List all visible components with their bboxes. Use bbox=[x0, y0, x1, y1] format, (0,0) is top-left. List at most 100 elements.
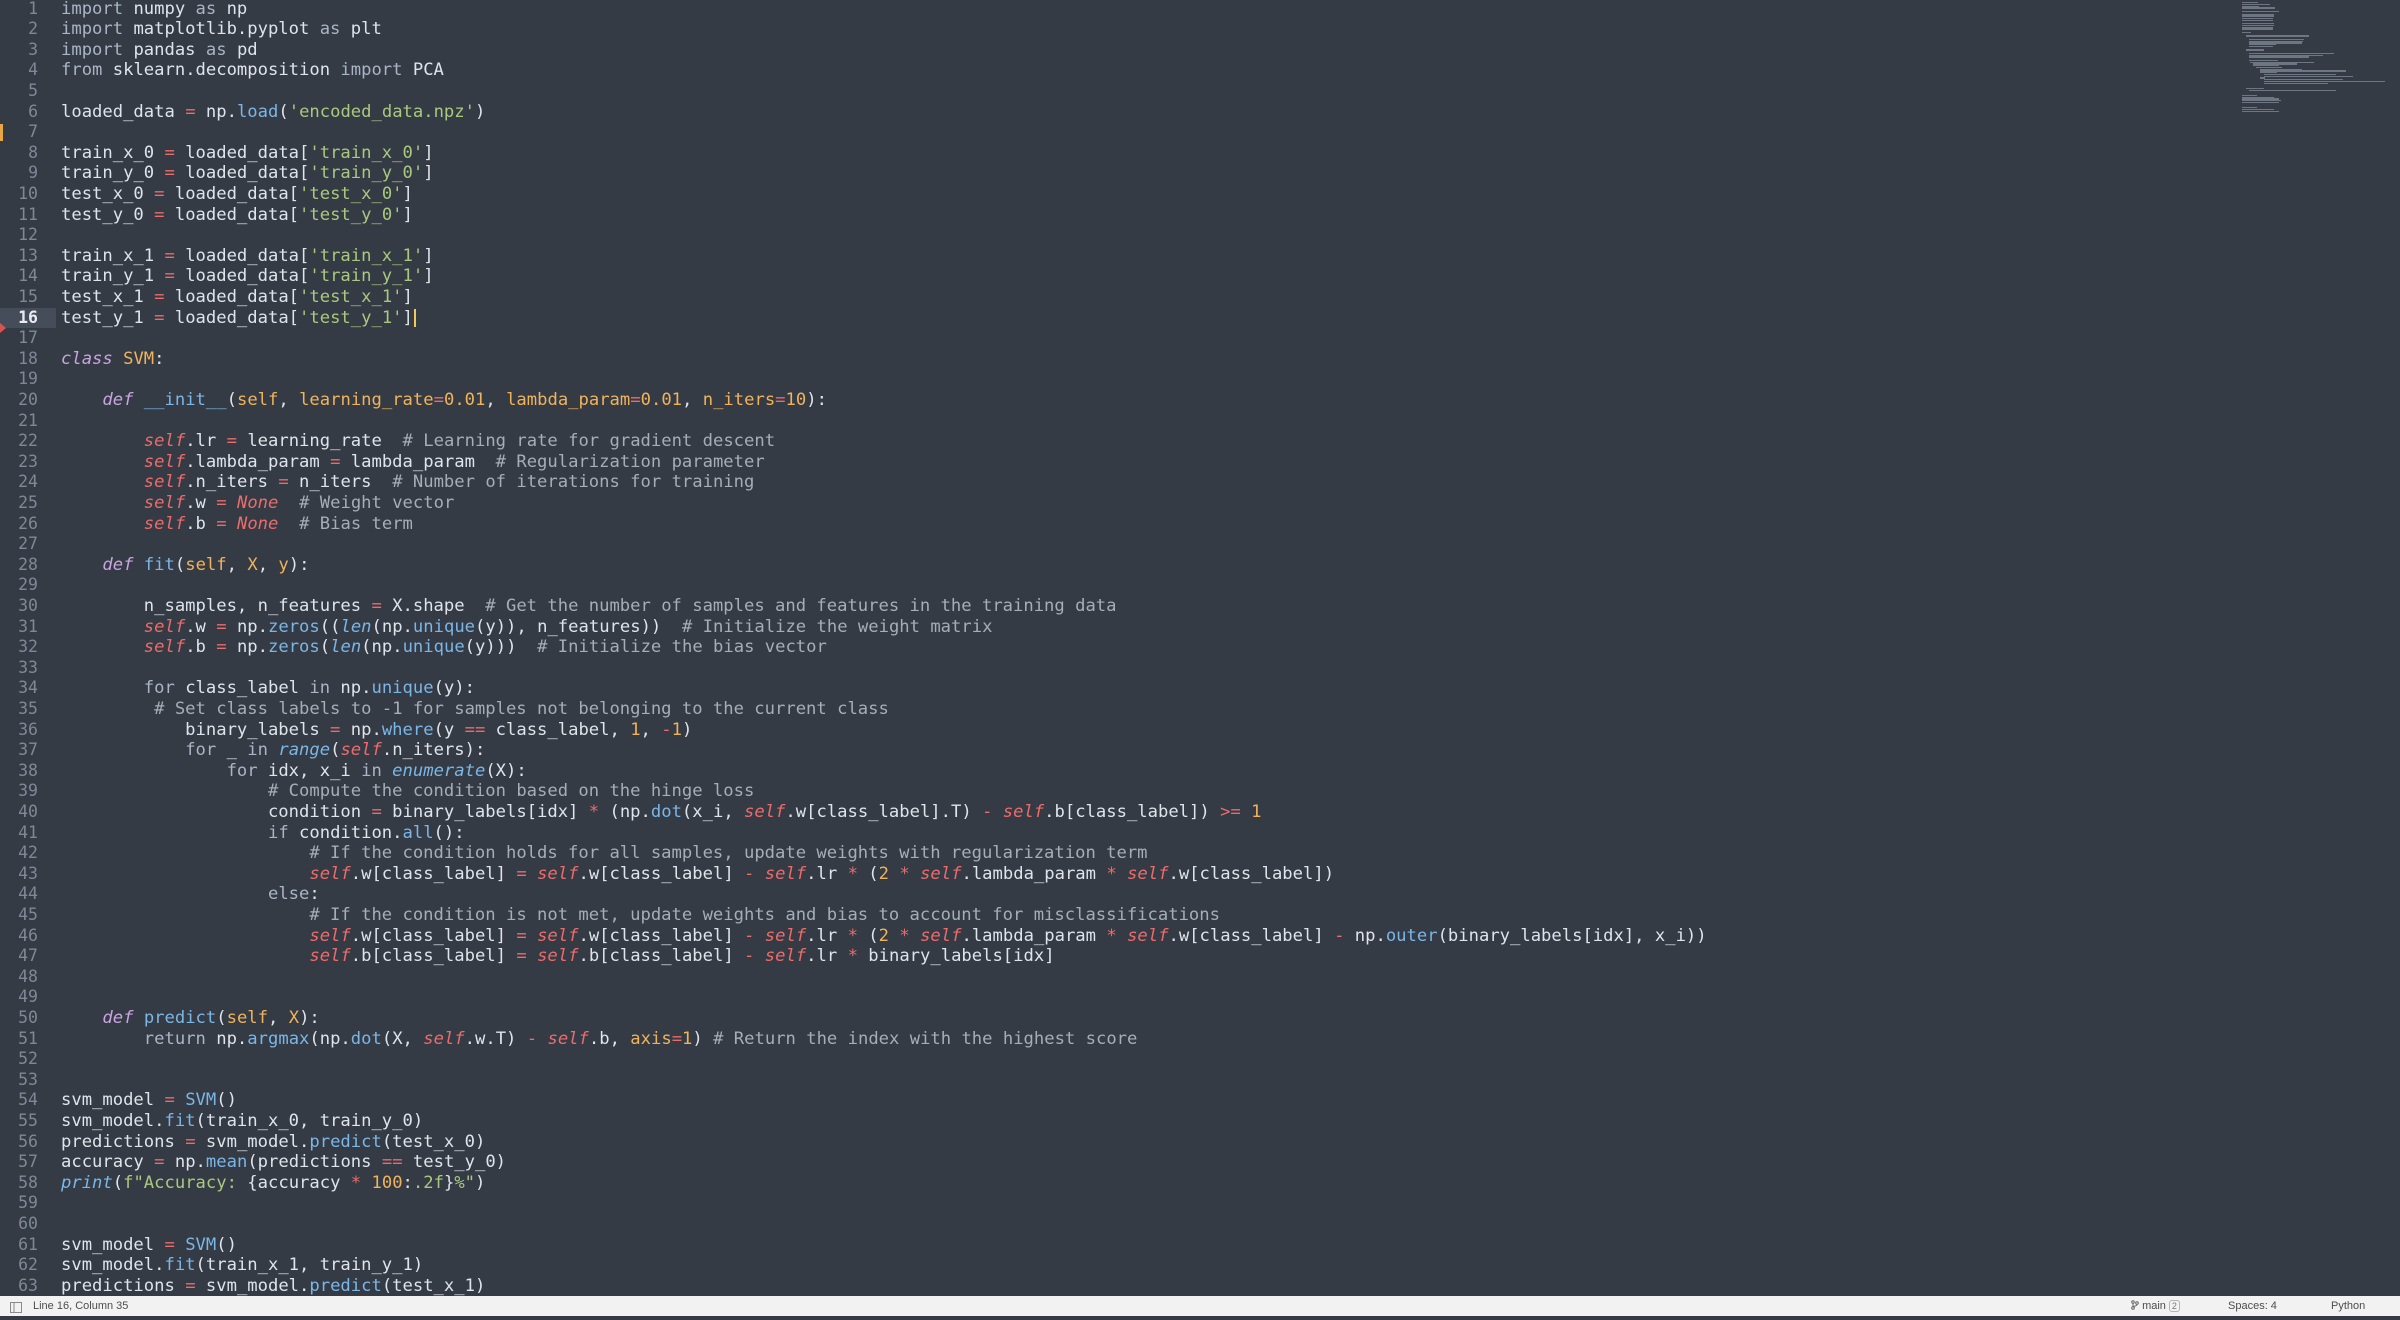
code-line[interactable]: import pandas as pd bbox=[61, 40, 258, 61]
minimap-line bbox=[2242, 28, 2273, 30]
line-number: 62 bbox=[18, 1255, 38, 1275]
minimap-line bbox=[2242, 110, 2279, 112]
code-line[interactable]: self.b = np.zeros(len(np.unique(y))) # I… bbox=[61, 637, 827, 658]
minimap-line bbox=[2242, 7, 2276, 9]
line-number: 42 bbox=[18, 843, 38, 863]
code-line[interactable]: self.lr = learning_rate # Learning rate … bbox=[61, 431, 775, 452]
line-number: 8 bbox=[28, 142, 38, 162]
code-line[interactable]: n_samples, n_features = X.shape # Get th… bbox=[61, 596, 1117, 617]
minimap-line bbox=[2249, 56, 2309, 58]
code-line[interactable]: condition = binary_labels[idx] * (np.dot… bbox=[61, 802, 1262, 823]
minimap-line bbox=[2249, 89, 2336, 91]
line-number: 51 bbox=[18, 1028, 38, 1048]
line-number: 14 bbox=[18, 266, 38, 286]
code-line[interactable]: predictions = svm_model.predict(test_x_1… bbox=[61, 1276, 485, 1296]
code-line[interactable]: def predict(self, X): bbox=[61, 1008, 319, 1029]
line-number: 5 bbox=[28, 80, 38, 100]
line-number: 52 bbox=[18, 1049, 38, 1069]
minimap-line bbox=[2263, 82, 2329, 84]
git-deleted-marker bbox=[0, 322, 6, 333]
line-number: 21 bbox=[18, 410, 38, 430]
code-line[interactable]: svm_model = SVM() bbox=[61, 1090, 237, 1111]
code-line[interactable]: self.w[class_label] = self.w[class_label… bbox=[61, 864, 1334, 885]
code-line[interactable]: return np.argmax(np.dot(X, self.w.T) - s… bbox=[61, 1029, 1138, 1050]
code-line[interactable]: self.lambda_param = lambda_param # Regul… bbox=[61, 452, 765, 473]
minimap-line bbox=[2242, 10, 2279, 13]
code-line[interactable]: for idx, x_i in enumerate(X): bbox=[61, 761, 527, 782]
line-number: 18 bbox=[18, 348, 38, 368]
line-number: 58 bbox=[18, 1172, 38, 1192]
line-number: 26 bbox=[18, 513, 38, 533]
code-line[interactable]: svm_model = SVM() bbox=[61, 1235, 237, 1256]
code-line[interactable]: test_x_0 = loaded_data['test_x_0'] bbox=[61, 184, 413, 205]
panel-toggle-icon[interactable] bbox=[10, 1300, 22, 1313]
code-line[interactable]: test_x_1 = loaded_data['test_x_1'] bbox=[61, 287, 413, 308]
code-line[interactable]: for class_label in np.unique(y): bbox=[61, 678, 475, 699]
line-number: 15 bbox=[18, 286, 38, 306]
code-line[interactable]: import matplotlib.pyplot as plt bbox=[61, 19, 382, 40]
code-line[interactable]: # Compute the condition based on the hin… bbox=[61, 781, 754, 802]
code-line[interactable]: test_y_0 = loaded_data['test_y_0'] bbox=[61, 205, 413, 226]
line-number: 45 bbox=[18, 904, 38, 924]
code-line[interactable]: for _ in range(self.n_iters): bbox=[61, 740, 485, 761]
code-line[interactable]: class SVM: bbox=[61, 349, 165, 370]
code-line[interactable]: loaded_data = np.load('encoded_data.npz'… bbox=[61, 102, 485, 123]
minimap-line bbox=[2242, 31, 2251, 34]
line-number: 2 bbox=[28, 19, 38, 39]
line-number: 32 bbox=[18, 637, 38, 657]
status-bar: Line 16, Column 35 main 2 Spaces: 4 Pytho… bbox=[0, 1296, 2400, 1316]
code-line[interactable]: def __init__(self, learning_rate=0.01, l… bbox=[61, 390, 827, 411]
code-line[interactable]: # Set class labels to -1 for samples not… bbox=[61, 699, 889, 720]
code-line[interactable]: print(f"Accuracy: {accuracy * 100:.2f}%"… bbox=[61, 1173, 485, 1194]
code-line[interactable]: import numpy as np bbox=[61, 0, 247, 19]
code-line[interactable]: accuracy = np.mean(predictions == test_y… bbox=[61, 1152, 506, 1173]
code-line[interactable]: train_y_0 = loaded_data['train_y_0'] bbox=[61, 163, 434, 184]
code-line[interactable]: train_y_1 = loaded_data['train_y_1'] bbox=[61, 266, 434, 287]
code-line[interactable]: else: bbox=[61, 884, 320, 905]
code-line[interactable]: train_x_0 = loaded_data['train_x_0'] bbox=[61, 143, 434, 164]
code-line[interactable]: train_x_1 = loaded_data['train_x_1'] bbox=[61, 246, 434, 267]
syntax-selector[interactable]: Python bbox=[2331, 1296, 2365, 1316]
code-line[interactable]: from sklearn.decomposition import PCA bbox=[61, 60, 444, 81]
line-number: 37 bbox=[18, 740, 38, 760]
minimap[interactable] bbox=[2240, 0, 2400, 130]
code-editor[interactable]: 1 2 3 4 5 6 7 8 9 10 11 12 13 14 15 16 17 18 19 20 21 22 23 24 2… bbox=[0, 0, 2400, 1296]
branch-badge: 2 bbox=[2168, 1300, 2180, 1313]
code-line[interactable]: self.n_iters = n_iters # Number of itera… bbox=[61, 472, 755, 493]
line-number: 57 bbox=[18, 1152, 38, 1172]
code-line[interactable]: self.w = np.zeros((len(np.unique(y)), n_… bbox=[61, 617, 993, 638]
code-line[interactable]: self.w[class_label] = self.w[class_label… bbox=[61, 926, 1706, 947]
line-number: 9 bbox=[28, 163, 38, 183]
line-number: 31 bbox=[18, 616, 38, 636]
line-number-gutter: 1 2 3 4 5 6 7 8 9 10 11 12 13 14 15 16 17 18 19 20 21 22 23 24 2… bbox=[0, 0, 56, 1296]
branch-name: main bbox=[2142, 1300, 2166, 1312]
code-line[interactable]: self.b = None # Bias term bbox=[61, 514, 413, 535]
minimap-line bbox=[2245, 35, 2309, 37]
code-line[interactable]: # If the condition holds for all samples… bbox=[61, 843, 1147, 864]
code-line[interactable]: self.w = None # Weight vector bbox=[61, 493, 455, 514]
indentation-setting[interactable]: Spaces: 4 bbox=[2228, 1296, 2277, 1316]
code-line[interactable]: svm_model.fit(train_x_1, train_y_1) bbox=[61, 1255, 423, 1276]
code-line[interactable]: def fit(self, X, y): bbox=[61, 555, 309, 576]
code-line[interactable]: predictions = svm_model.predict(test_x_0… bbox=[61, 1132, 485, 1153]
line-number: 55 bbox=[18, 1110, 38, 1130]
line-number: 28 bbox=[18, 554, 38, 574]
code-line[interactable]: self.b[class_label] = self.b[class_label… bbox=[61, 946, 1054, 967]
line-number: 10 bbox=[18, 183, 38, 203]
code-line[interactable]: # If the condition is not met, update we… bbox=[61, 905, 1220, 926]
line-number: 7 bbox=[28, 122, 38, 142]
code-line[interactable]: svm_model.fit(train_x_0, train_y_0) bbox=[61, 1111, 423, 1132]
git-branch[interactable]: main 2 bbox=[2131, 1296, 2180, 1316]
line-number: 40 bbox=[18, 801, 38, 821]
code-line[interactable]: if condition.all(): bbox=[61, 823, 465, 844]
code-line[interactable]: test_y_1 = loaded_data['test_y_1'] bbox=[61, 308, 416, 329]
line-number: 39 bbox=[18, 781, 38, 801]
code-area[interactable]: import numpy as np import matplotlib.pypl… bbox=[61, 0, 2230, 1296]
line-number: 60 bbox=[18, 1213, 38, 1233]
line-number: 59 bbox=[18, 1193, 38, 1213]
line-number: 61 bbox=[18, 1234, 38, 1254]
cursor-position[interactable]: Line 16, Column 35 bbox=[33, 1296, 128, 1316]
code-line[interactable]: binary_labels = np.where(y == class_labe… bbox=[61, 720, 692, 741]
minimap-line bbox=[2245, 49, 2264, 51]
line-number: 46 bbox=[18, 925, 38, 945]
